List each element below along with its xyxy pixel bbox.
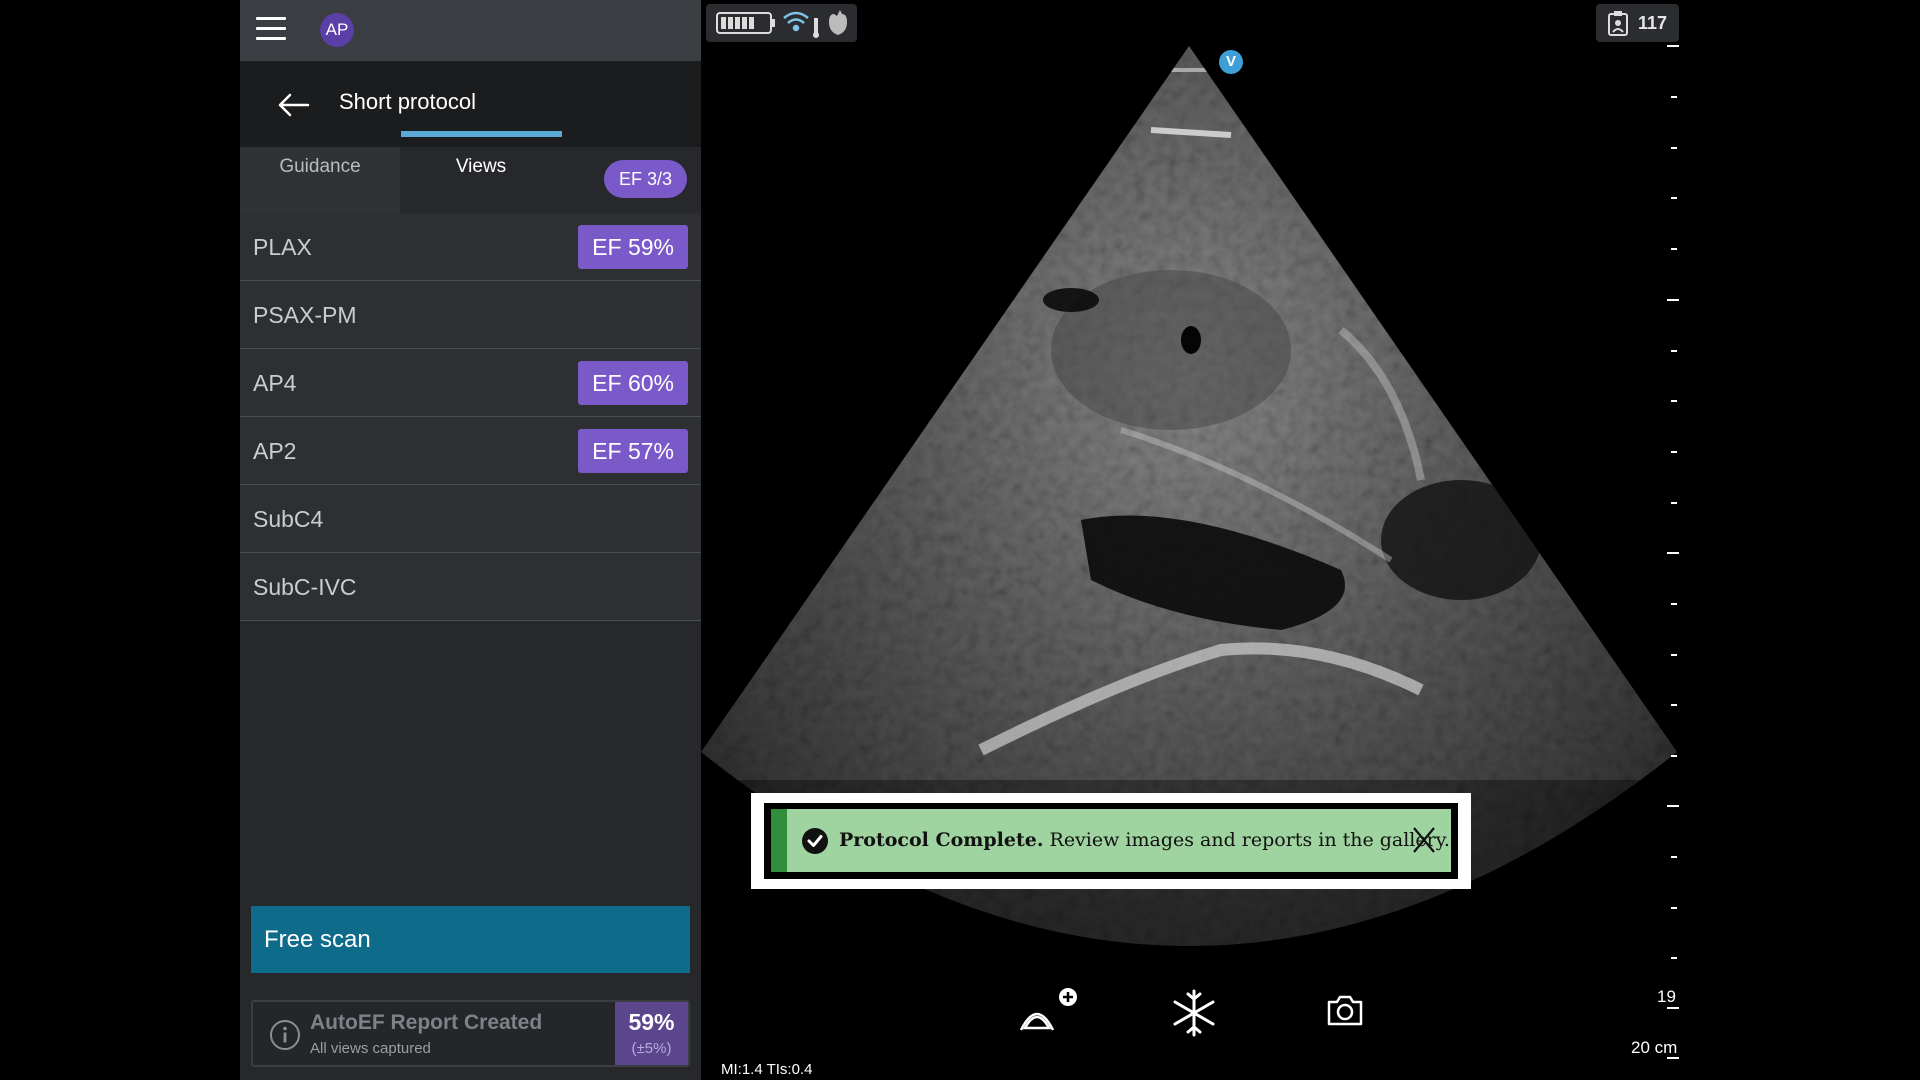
depth-label: 19 [1657,987,1676,1006]
toast-detail: Review images and reports in the gallery… [1043,829,1450,851]
clipboard-patient-icon [1608,11,1628,36]
tab-guidance[interactable]: Guidance [240,147,400,213]
toast-message: Protocol Complete. Review images and rep… [839,829,1450,851]
view-label: PLAX [253,234,312,260]
view-item-ap4[interactable]: AP4 EF 60% [240,349,701,417]
autoef-tolerance: (±5%) [631,1040,672,1057]
view-item-subc4[interactable]: SubC4 [240,485,701,553]
view-item-ap2[interactable]: AP2 EF 57% [240,417,701,485]
ef-badge: EF 57% [578,429,688,473]
protocol-panel: AP Short protocol Guidance Views EF 3/3 … [240,0,701,1080]
probe-temperature-icon [813,18,819,38]
depth-unit-label: 20 cm [1631,1038,1678,1057]
ultrasound-image [701,45,1679,1059]
back-arrow-icon[interactable] [276,91,312,119]
info-icon [269,1019,301,1051]
view-item-psax-pm[interactable]: PSAX-PM [240,281,701,349]
capture-image-button[interactable] [1325,992,1365,1028]
toast-bold: Protocol Complete. [839,829,1044,851]
view-item-subc-ivc[interactable]: SubC-IVC [240,553,701,621]
tab-views[interactable]: Views [401,147,561,213]
autoef-subtitle: All views captured [310,1040,431,1057]
wifi-icon [783,11,809,32]
patient-counter[interactable]: 117 [1596,4,1679,42]
view-label: AP2 [253,438,297,464]
view-label: AP4 [253,370,297,396]
cardiac-preset-icon [829,10,847,35]
views-list: PLAX EF 59% PSAX-PM AP4 EF 60% AP2 EF 57… [240,213,701,621]
close-icon[interactable] [1409,823,1439,857]
toast-frame: Protocol Complete. Review images and rep… [764,803,1458,879]
view-label: SubC-IVC [253,574,357,600]
snowflake-icon [1173,989,1215,1037]
orientation-marker: V [1219,50,1243,74]
toast-body: Protocol Complete. Review images and rep… [771,809,1451,872]
patient-count: 117 [1638,13,1668,33]
probe-preset-button[interactable] [1017,988,1081,1032]
mi-tis-readout: MI:1.4 TIs:0.4 [721,1061,813,1078]
autoef-title: AutoEF Report Created [310,1011,543,1034]
probe-icon [1019,1012,1055,1031]
view-item-plax[interactable]: PLAX EF 59% [240,213,701,281]
menu-icon[interactable] [254,14,288,44]
autoef-report-card[interactable]: AutoEF Report Created All views captured… [251,1000,690,1067]
check-circle-icon [801,827,829,855]
battery-icon [716,12,775,34]
protocol-complete-toast: Protocol Complete. Review images and rep… [751,793,1471,889]
autoef-value: 59% [628,1009,675,1035]
ef-count-badge: EF 3/3 [604,160,687,198]
freeze-button[interactable] [1169,988,1219,1038]
view-label: SubC4 [253,506,324,532]
ef-badge: EF 59% [578,225,688,269]
ef-badge: EF 60% [578,361,688,405]
ultrasound-scan-area[interactable]: 117 V Protocol Complete. Review images a… [701,0,1681,1080]
camera-icon [1327,995,1363,1026]
top-bar: AP [240,0,701,61]
autoef-value-box: 59% (±5%) [615,1002,688,1065]
view-label: PSAX-PM [253,302,357,328]
plus-circle-icon [1059,988,1077,1006]
page-title: Short protocol [339,89,476,114]
avatar[interactable]: AP [320,13,354,47]
depth-scale [1667,45,1679,1059]
sector-scan [701,46,1677,946]
toast-stripe [771,809,787,872]
active-tab-indicator [401,131,562,137]
free-scan-button[interactable]: Free scan [251,906,690,973]
status-bar [706,4,857,42]
